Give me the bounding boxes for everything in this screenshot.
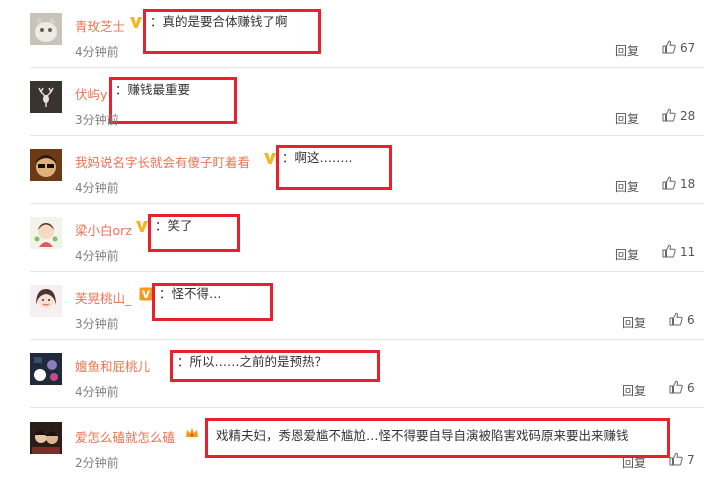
comment-item: 爱怎么磕就怎么磕 戏精夫妇，秀恩爱尴不尴尬…怪不得要自导自演被陷害戏码原来要出来… <box>0 408 718 482</box>
like-button[interactable]: 6 <box>669 380 695 398</box>
like-count: 7 <box>687 453 695 467</box>
highlight-box <box>152 283 273 321</box>
thumbs-up-icon <box>662 176 676 190</box>
verified-v-icon <box>263 151 277 165</box>
comment-time: 4分钟前 <box>75 385 119 399</box>
verified-v-icon <box>129 15 143 29</box>
comment-time: 4分钟前 <box>75 45 119 59</box>
like-button[interactable]: 18 <box>662 176 695 194</box>
thumbs-up-icon <box>669 452 683 466</box>
username-link[interactable]: 青玫芝士 <box>75 16 125 35</box>
thumbs-up-icon <box>662 40 676 54</box>
reply-button[interactable]: 回复 <box>615 246 639 263</box>
reply-button[interactable]: 回复 <box>622 314 646 331</box>
username-link[interactable]: 伏屿y <box>75 84 107 103</box>
like-count: 67 <box>680 41 696 55</box>
highlight-box <box>109 77 237 124</box>
like-button[interactable]: 67 <box>662 40 695 58</box>
comment-item: 芙晃桃山_ ：怪不得… 3分钟前 回复 6 <box>0 272 718 340</box>
avatar[interactable] <box>30 285 62 317</box>
comment-item: 伏屿y ：赚钱最重要 3分钟前 回复 28 <box>0 68 718 136</box>
crown-badge-icon <box>185 426 199 440</box>
reply-button[interactable]: 回复 <box>622 382 646 399</box>
like-button[interactable]: 28 <box>662 108 695 126</box>
thumbs-up-icon <box>662 244 676 258</box>
avatar[interactable] <box>30 422 62 454</box>
reply-button[interactable]: 回复 <box>615 178 639 195</box>
comment-time: 4分钟前 <box>75 181 119 195</box>
username-link[interactable]: 嬗鱼和屁桃儿 <box>75 356 150 375</box>
highlight-box <box>143 9 321 54</box>
highlight-box <box>148 214 240 252</box>
username-link[interactable]: 我妈说名字长就会有傻子盯着看 <box>75 152 250 171</box>
reply-button[interactable]: 回复 <box>615 42 639 59</box>
thumbs-up-icon <box>669 380 683 394</box>
reply-button[interactable]: 回复 <box>622 454 646 471</box>
comment-time: 2分钟前 <box>75 456 119 470</box>
comment-item: 青玫芝士 ：真的是要合体赚钱了啊 4分钟前 回复 67 <box>0 0 718 68</box>
like-button[interactable]: 6 <box>669 312 695 330</box>
like-button[interactable]: 11 <box>662 244 695 262</box>
like-count: 28 <box>680 109 696 123</box>
username-link[interactable]: 爱怎么磕就怎么磕 <box>75 427 175 446</box>
avatar[interactable] <box>30 149 62 181</box>
thumbs-up-icon <box>669 312 683 326</box>
reply-button[interactable]: 回复 <box>615 110 639 127</box>
avatar[interactable] <box>30 81 62 113</box>
vip-badge-icon <box>139 287 153 301</box>
like-button[interactable]: 7 <box>669 452 695 470</box>
like-count: 6 <box>687 381 695 395</box>
username-link[interactable]: 芙晃桃山_ <box>75 288 131 307</box>
like-count: 18 <box>680 177 696 191</box>
comment-time: 3分钟前 <box>75 113 119 127</box>
thumbs-up-icon <box>662 108 676 122</box>
avatar[interactable] <box>30 13 62 45</box>
highlight-box <box>170 350 380 382</box>
avatar[interactable] <box>30 217 62 249</box>
like-count: 11 <box>680 245 696 259</box>
comment-item: 嬗鱼和屁桃儿 ：所以……之前的是预热？ 4分钟前 回复 6 <box>0 340 718 408</box>
username-link[interactable]: 梁小白orz <box>75 220 132 239</box>
comment-item: 我妈说名字长就会有傻子盯着看 ：啊这…….. 4分钟前 回复 18 <box>0 136 718 204</box>
verified-v-icon <box>135 219 149 233</box>
highlight-box <box>205 418 670 458</box>
comment-item: 梁小白orz ：笑了 4分钟前 回复 11 <box>0 204 718 272</box>
avatar[interactable] <box>30 353 62 385</box>
like-count: 6 <box>687 313 695 327</box>
comment-time: 4分钟前 <box>75 249 119 263</box>
comment-time: 3分钟前 <box>75 317 119 331</box>
highlight-box <box>276 145 392 190</box>
